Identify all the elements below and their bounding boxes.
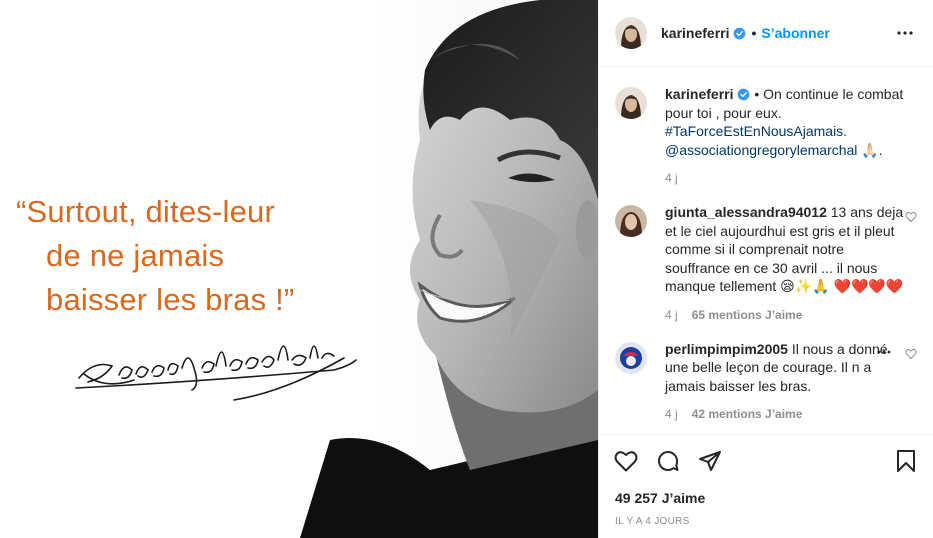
post-sidebar: karineferri • S’abonner karineferri • On… xyxy=(598,0,933,538)
author-avatar[interactable] xyxy=(615,87,647,119)
caption-emoji: 🙏🏻. xyxy=(857,141,883,158)
caption: karineferri • On continue le combat pour… xyxy=(615,85,917,185)
author-username[interactable]: karineferri xyxy=(661,25,729,41)
like-heart-icon[interactable] xyxy=(613,448,639,474)
action-bar xyxy=(599,434,933,486)
comment-item: perlimpimpim2005 Il nous a donné une bel… xyxy=(615,340,917,421)
comments-list[interactable]: karineferri • On continue le combat pour… xyxy=(599,67,933,434)
likes-count[interactable]: 49 257 J’aime xyxy=(599,486,933,510)
comment-likes[interactable]: 65 mentions J’aime xyxy=(692,308,803,322)
post-header: karineferri • S’abonner xyxy=(599,0,933,67)
quote-line: baisser les bras !” xyxy=(46,282,295,317)
hashtag-link[interactable]: #TaForceEstEnNousAjamais. xyxy=(665,123,847,139)
quote-text: “Surtout, dites-leur de ne jamais baisse… xyxy=(16,190,294,322)
like-comment-heart-icon[interactable] xyxy=(905,348,917,360)
comment-text: giunta_alessandra94012 13 ans deja et le… xyxy=(665,203,905,296)
follow-button[interactable]: S’abonner xyxy=(761,25,829,41)
post-timestamp[interactable]: Il y a 4 jours xyxy=(599,510,933,538)
verified-badge-icon xyxy=(734,27,746,39)
comment-bubble-icon[interactable] xyxy=(655,448,681,474)
commenter-avatar[interactable] xyxy=(615,205,647,237)
like-comment-heart-icon[interactable] xyxy=(905,211,917,223)
bookmark-save-icon[interactable] xyxy=(893,448,919,474)
post-image[interactable]: “Surtout, dites-leur de ne jamais baisse… xyxy=(0,0,598,538)
comment-time[interactable]: 4 j xyxy=(665,407,678,421)
handwritten-signature xyxy=(75,345,357,401)
quote-line: “Surtout, dites-leur xyxy=(16,194,275,229)
separator-dot: • xyxy=(751,25,757,41)
comment-username[interactable]: perlimpimpim2005 xyxy=(665,341,788,357)
commenter-avatar[interactable] xyxy=(615,341,647,374)
comment-likes[interactable]: 42 mentions J’aime xyxy=(692,407,803,421)
instagram-post: “Surtout, dites-leur de ne jamais baisse… xyxy=(0,0,933,538)
more-options-icon[interactable] xyxy=(893,21,917,45)
caption-text: karineferri • On continue le combat pour… xyxy=(665,85,905,159)
caption-time[interactable]: 4 j xyxy=(665,171,678,185)
share-paper-plane-icon[interactable] xyxy=(697,448,723,474)
comment-text: perlimpimpim2005 Il nous a donné une bel… xyxy=(665,340,905,396)
verified-badge-icon xyxy=(738,88,750,101)
comment-options-icon[interactable] xyxy=(877,350,891,354)
author-avatar[interactable] xyxy=(615,17,647,49)
quote-line: de ne jamais xyxy=(46,238,225,273)
comment-item: giunta_alessandra94012 13 ans deja et le… xyxy=(615,203,917,322)
comment-time[interactable]: 4 j xyxy=(665,308,678,322)
mention-link[interactable]: @associationgregorylemarchal xyxy=(665,142,857,158)
comment-username[interactable]: giunta_alessandra94012 xyxy=(665,204,827,220)
caption-username[interactable]: karineferri xyxy=(665,86,733,102)
